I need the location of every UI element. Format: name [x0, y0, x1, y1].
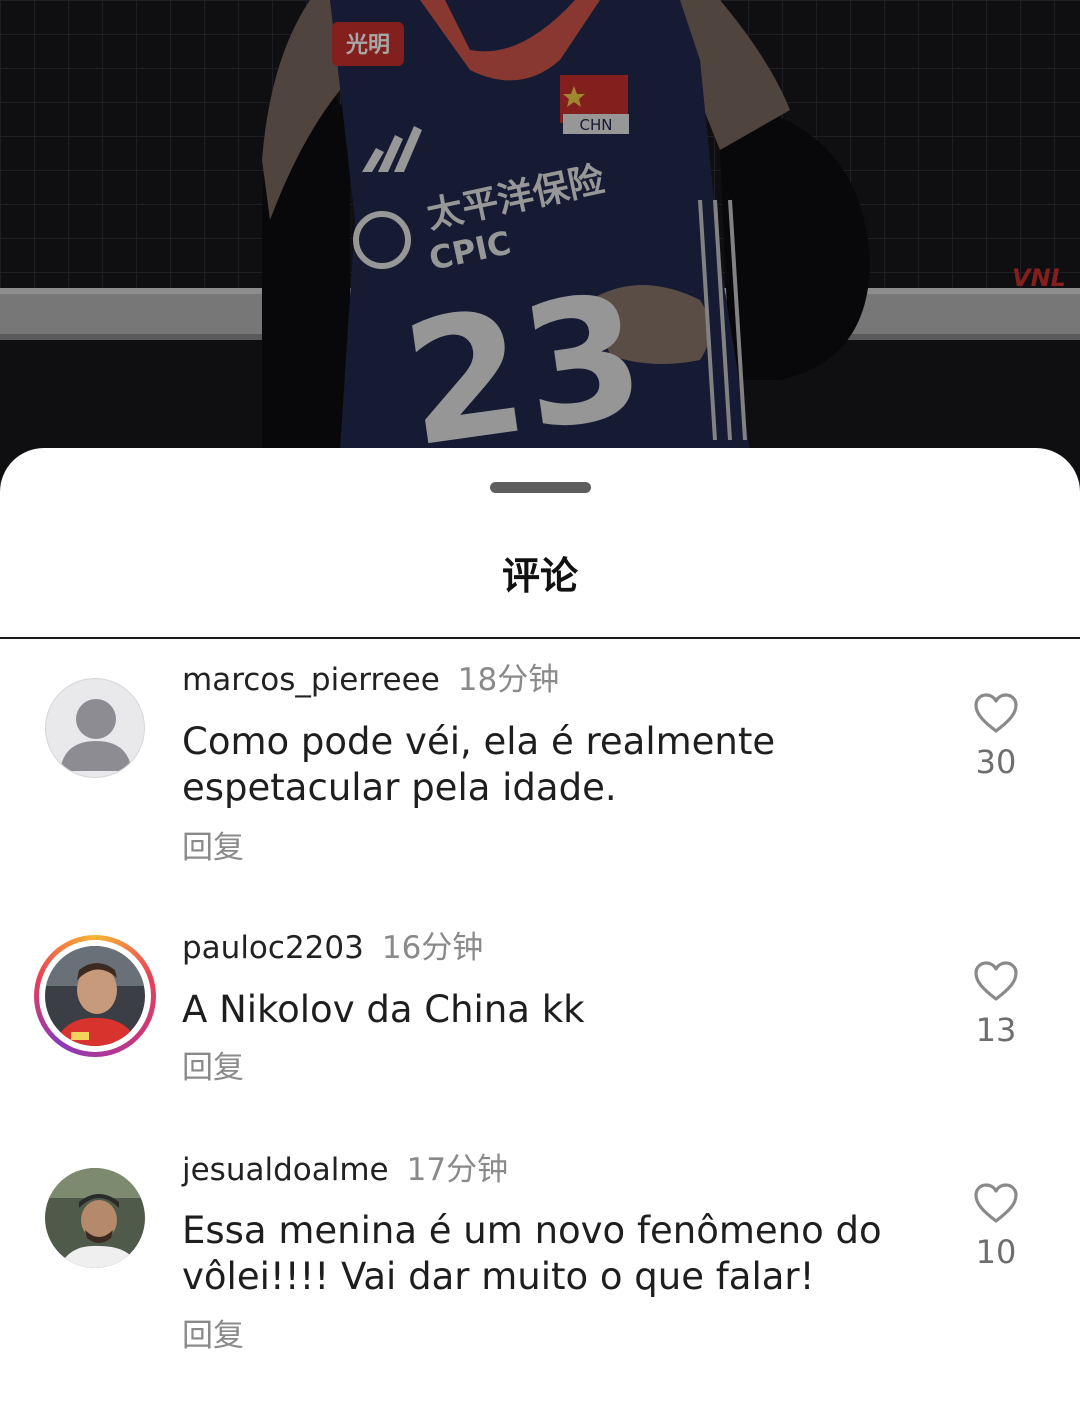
comment-text: A Nikolov da China kk [182, 988, 585, 1031]
like-button[interactable]: 10 [960, 1182, 1032, 1272]
like-count: 13 [975, 1011, 1017, 1049]
like-button[interactable]: 13 [960, 960, 1032, 1050]
heart-outline-icon [974, 1183, 1018, 1223]
reply-button[interactable]: 回复 [182, 1316, 244, 1356]
comment-text: Como pode véi, ela é realmente espetacul… [182, 720, 776, 809]
reply-button[interactable]: 回复 [182, 1048, 244, 1088]
avatar[interactable] [45, 1168, 145, 1268]
sheet-title: 评论 [501, 554, 578, 598]
like-button[interactable]: 30 [960, 692, 1032, 782]
user-photo [45, 1168, 145, 1268]
avatar[interactable] [45, 678, 145, 778]
comment-time: 18分钟 [457, 662, 560, 698]
like-count: 10 [975, 1233, 1017, 1271]
comment-username[interactable]: pauloc2203 [182, 930, 364, 966]
heart-outline-icon [974, 693, 1018, 733]
reply-button[interactable]: 回复 [182, 828, 244, 868]
comments-sheet: 评论 marcos_pierreee 18分钟 Como pode véi, el… [0, 448, 1080, 1412]
like-count: 30 [975, 743, 1017, 781]
header-divider [0, 637, 1080, 639]
comment-text: Essa menina é um novo fenômeno do vôlei!… [182, 1209, 882, 1298]
background-photo[interactable]: CHN 光明 太平洋保险 CPIC 23 VNL [0, 0, 1080, 480]
default-avatar-icon [60, 699, 132, 771]
user-photo [45, 946, 145, 1046]
sheet-drag-handle[interactable] [490, 482, 591, 493]
story-ring[interactable] [34, 935, 156, 1057]
comment-username[interactable]: marcos_pierreee [182, 662, 440, 698]
comment-time: 16分钟 [381, 930, 484, 966]
comment-username[interactable]: jesualdoalme [182, 1152, 389, 1188]
avatar[interactable] [45, 946, 145, 1046]
comment-time: 17分钟 [406, 1152, 509, 1188]
comments-screen: CHN 光明 太平洋保险 CPIC 23 VNL 评论 marcos_pierr… [0, 0, 1080, 1412]
heart-outline-icon [974, 961, 1018, 1001]
